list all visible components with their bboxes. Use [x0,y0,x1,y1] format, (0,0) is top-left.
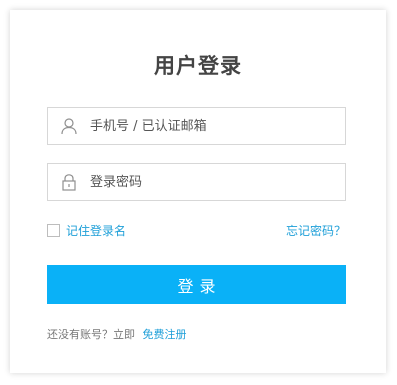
password-input[interactable] [90,164,338,200]
page-title: 用户登录 [154,54,242,78]
password-field[interactable] [47,163,346,201]
user-icon [60,117,78,135]
lock-icon [60,173,78,191]
phone-email-field[interactable] [47,107,346,145]
register-prompt: 还没有账号？立即 免费注册 [47,326,187,342]
register-prompt-text: 还没有账号？立即 [47,328,135,341]
phone-email-input[interactable] [90,108,338,144]
remember-login-option[interactable]: 记住登录名 [47,222,126,238]
register-link[interactable]: 免费注册 [143,328,187,341]
login-button[interactable]: 登录 [47,265,346,304]
forgot-password-link[interactable]: 忘记密码？ [286,222,346,239]
login-card: 用户登录 记住登录名 忘记密码？ 登录 还没有账号？立即 免费注册 [10,10,386,373]
remember-checkbox[interactable] [47,223,60,237]
remember-label: 记住登录名 [66,223,127,238]
